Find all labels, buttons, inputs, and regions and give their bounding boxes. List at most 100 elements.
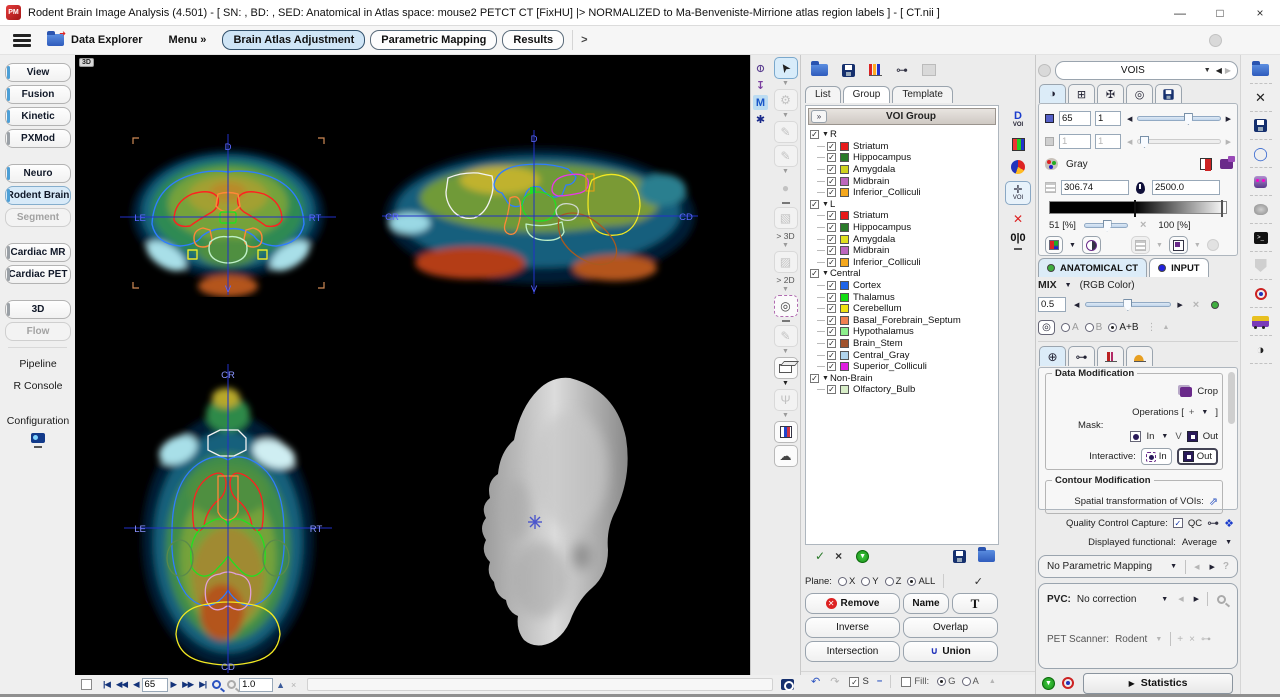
slice-right-icon[interactable]: ▶ [1226, 115, 1231, 123]
voi-group-name[interactable]: R [830, 129, 837, 140]
slice-number-input[interactable] [1059, 111, 1091, 126]
collapse-icon[interactable]: ▼ [822, 375, 829, 382]
voi-color-swatch[interactable] [840, 385, 849, 394]
atlas-icon[interactable] [1254, 173, 1267, 190]
group-menu-button[interactable]: » [811, 110, 827, 123]
pie-chart-icon[interactable] [1011, 160, 1025, 174]
voi-checkbox[interactable]: ✓ [827, 153, 836, 162]
voi-checkbox[interactable]: ✓ [827, 281, 836, 290]
first-frame-button[interactable]: |◀ [103, 679, 110, 690]
voi-statistics-icon[interactable] [869, 64, 882, 76]
confirm-icon[interactable]: ✓ [815, 549, 825, 563]
auto-3d-tool[interactable]: ▧ [774, 207, 798, 229]
cine-checkbox[interactable] [81, 679, 92, 690]
mix-left-icon[interactable]: ◀ [1074, 301, 1079, 309]
auto-2d-tool[interactable]: ▨ [774, 251, 798, 273]
group-checkbox[interactable]: ✓ [810, 269, 819, 278]
render-3d-viewport[interactable] [420, 360, 650, 660]
sidebar-item-view[interactable]: View [5, 63, 71, 82]
pvc-dropdown[interactable]: ▼ [1161, 596, 1168, 603]
scrollbar-thumb[interactable] [1228, 372, 1235, 424]
save-icon[interactable] [1254, 117, 1267, 134]
voi-label[interactable]: Inferior_Colliculi [853, 187, 921, 198]
voi-color-swatch[interactable] [840, 177, 849, 186]
voi-label[interactable]: Basal_Forebrain_Septum [853, 315, 961, 326]
save-voi-icon[interactable] [842, 64, 855, 77]
tab-parametric-mapping[interactable]: Parametric Mapping [370, 30, 497, 50]
voi-color-swatch[interactable] [840, 339, 849, 348]
fast-rewind-button[interactable]: ◀◀ [116, 679, 127, 690]
close-icon[interactable]: ✕ [1255, 89, 1266, 106]
wrench-tool[interactable]: ⚙ [774, 89, 798, 111]
image-viewer[interactable]: 3D [75, 55, 750, 675]
delete-voi-icon[interactable]: ✕ [1013, 212, 1023, 226]
tab-histogram[interactable] [1097, 346, 1124, 366]
minimize-button[interactable]: — [1160, 0, 1200, 25]
cancel-icon[interactable]: × [835, 549, 842, 563]
fill-group-radio[interactable] [937, 677, 946, 686]
sidebar-item-kinetic[interactable]: Kinetic [5, 107, 71, 126]
key-icon[interactable]: ⊶ [896, 63, 908, 77]
voi-checkbox[interactable]: ✓ [827, 235, 836, 244]
region-dropdown[interactable]: ▼ [1194, 242, 1201, 249]
blend-mode-button[interactable]: ◎ [1038, 320, 1055, 335]
voi-checkbox[interactable]: ✓ [827, 339, 836, 348]
tab-tools[interactable]: ✠ [1097, 84, 1124, 103]
frame-left-icon[interactable]: ◀ [1127, 138, 1132, 146]
lower-percent-slider[interactable] [1084, 223, 1128, 228]
thin-lines-icon[interactable]: − [877, 676, 883, 687]
voi-label[interactable]: Hippocampus [853, 222, 911, 233]
mix-collapse-icon[interactable]: ▲ [1163, 324, 1170, 331]
gradient-low-marker[interactable] [1134, 200, 1136, 217]
voi-color-swatch[interactable] [840, 304, 849, 313]
displayed-dropdown[interactable]: ▼ [1225, 539, 1232, 546]
pencil-tool[interactable]: ✎ [774, 121, 798, 143]
brush-tool[interactable]: ✎ [774, 145, 798, 167]
undo-icon[interactable]: ↶ [811, 675, 820, 688]
tab-save-view[interactable] [1155, 84, 1182, 103]
eraser-dropdown[interactable]: ▼ [782, 380, 789, 387]
voi-checkbox[interactable]: ✓ [827, 304, 836, 313]
show-voi-checkbox[interactable]: ✓ [849, 677, 859, 687]
protect-icon[interactable] [1255, 257, 1267, 274]
label-3d[interactable]: > 3D [776, 231, 794, 241]
voi-color-swatch[interactable] [840, 362, 849, 371]
resize-handle[interactable] [1014, 248, 1022, 250]
interactive-in-button[interactable]: In [1141, 448, 1172, 465]
tab-layout[interactable]: ⊞ [1068, 84, 1095, 103]
sphere-tool[interactable]: ● [774, 177, 798, 199]
zoom-up-button[interactable]: ▲ [276, 680, 285, 690]
sidebar-item-rodent-brain[interactable]: Rodent Brain [5, 186, 71, 205]
auto-2d-dropdown[interactable]: ▼ [782, 286, 789, 293]
colormap-name[interactable]: Gray [1066, 159, 1088, 170]
3d-mode-chip[interactable]: 3D [79, 58, 94, 67]
reset-counter-icon[interactable]: 0|0 [1010, 232, 1025, 244]
sidebar-item-segment[interactable]: Segment [5, 208, 71, 227]
group-checkbox[interactable]: ✓ [810, 200, 819, 209]
slice-step-input[interactable] [1095, 111, 1121, 126]
wrench-dropdown[interactable]: ▼ [782, 112, 789, 119]
statistics-button[interactable]: ▶Statistics [1083, 673, 1233, 694]
lasso-tool[interactable]: ☁ [774, 445, 798, 467]
voi-checkbox[interactable]: ✓ [827, 385, 836, 394]
slice-slider[interactable] [1137, 116, 1220, 121]
oval-icon[interactable]: ◯ [1253, 145, 1268, 162]
voi-checkbox[interactable]: ✓ [827, 293, 836, 302]
brain-icon[interactable] [1254, 201, 1268, 218]
voi-label[interactable]: Amygdala [853, 164, 895, 175]
voi-label[interactable]: Amygdala [853, 234, 895, 245]
grayscale-gradient-bar[interactable] [1049, 201, 1227, 214]
fill-checkbox[interactable] [901, 677, 911, 687]
capture-icon[interactable]: ↧ [753, 78, 768, 93]
maximize-button[interactable]: □ [1200, 0, 1240, 25]
capture-camera-icon[interactable] [781, 679, 794, 690]
voi-label[interactable]: Olfactory_Bulb [853, 384, 915, 395]
mix-radio-b[interactable] [1085, 323, 1094, 332]
source-tab-input[interactable]: INPUT [1149, 258, 1209, 277]
sidebar-item-pxmod[interactable]: PXMod [5, 129, 71, 148]
pvc-inspect-icon[interactable] [1217, 595, 1226, 604]
run-dropdown-icon[interactable]: ▼ [1042, 677, 1055, 690]
resize-handle[interactable] [34, 446, 42, 448]
voi-checkbox[interactable]: ✓ [827, 211, 836, 220]
window-marker-icon[interactable] [1136, 182, 1145, 194]
